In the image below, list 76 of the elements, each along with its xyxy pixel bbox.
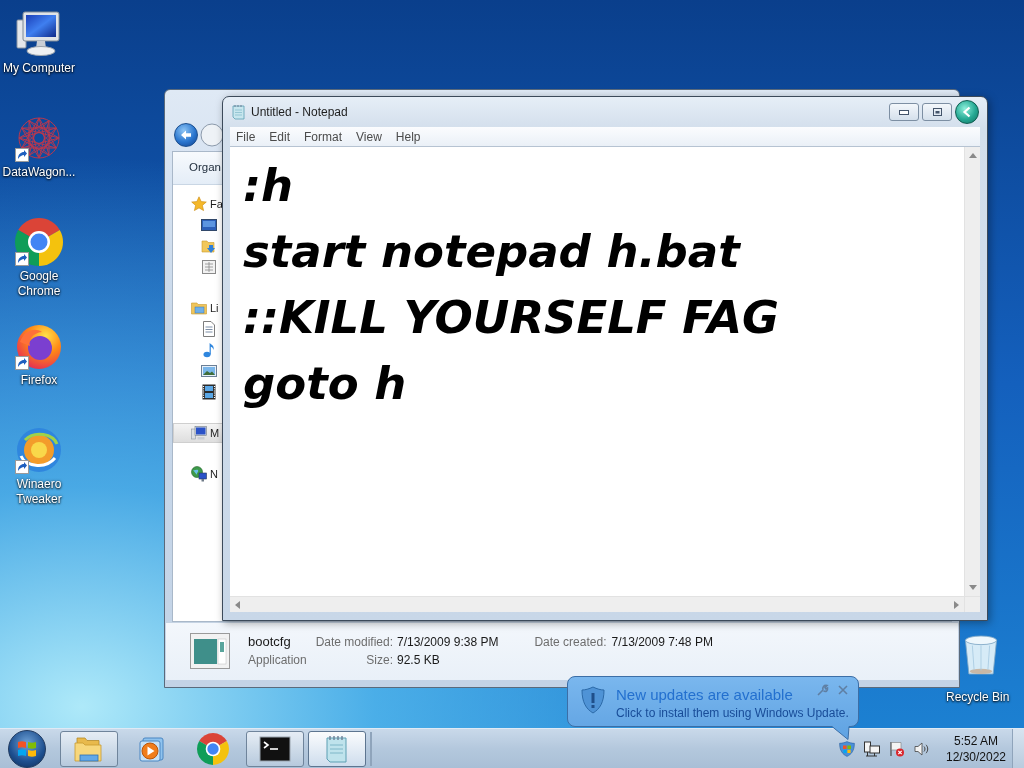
- star-icon: [191, 196, 207, 212]
- nav-item[interactable]: Li: [173, 298, 223, 318]
- music-note-icon[interactable]: [201, 341, 217, 358]
- nav-item[interactable]: N: [173, 464, 223, 484]
- notepad-icon: [232, 104, 246, 120]
- desktop-shortcut[interactable]: My Computer: [0, 10, 78, 114]
- text-line: ::KILL YOURSELF FAG: [243, 290, 779, 346]
- clock-date[interactable]: 12/30/2022: [945, 748, 1007, 765]
- computer-icon: [191, 425, 207, 441]
- film-icon[interactable]: [201, 383, 217, 400]
- menu-item[interactable]: File: [230, 127, 262, 146]
- horizontal-scrollbar[interactable]: [230, 596, 964, 612]
- windows-logo-icon: [17, 738, 37, 759]
- right-arrow-icon[interactable]: [954, 600, 959, 609]
- property-label: Date modified:: [315, 634, 393, 651]
- desktop-shortcut[interactable]: DataWagon...: [0, 114, 78, 218]
- menu-item[interactable]: Format: [298, 127, 349, 146]
- organize-menu[interactable]: Organ: [189, 159, 221, 177]
- picture-icon[interactable]: [201, 362, 217, 379]
- speaker-icon[interactable]: [914, 740, 930, 757]
- text-line: :h: [243, 158, 294, 214]
- text-line: start notepad h.bat: [243, 224, 740, 280]
- property-label: Date created:: [534, 634, 607, 651]
- up-arrow-icon[interactable]: [968, 153, 977, 158]
- application-icon: [190, 633, 230, 669]
- desktop-shortcut[interactable]: Google Chrome: [0, 218, 78, 322]
- library-folder-icon: [191, 300, 207, 316]
- menu-item[interactable]: Help: [389, 127, 427, 146]
- chrome-icon: [197, 732, 229, 765]
- chevron-left-icon: [962, 106, 972, 118]
- maximize-button[interactable]: [922, 103, 952, 121]
- file-name: bootcfg: [248, 633, 292, 651]
- chrome-icon: [15, 218, 63, 266]
- left-arrow-icon: [180, 128, 192, 141]
- globe-icon: [191, 466, 207, 482]
- shield-icon[interactable]: [839, 740, 855, 757]
- firefox-icon: [15, 322, 63, 370]
- nav-item[interactable]: M: [173, 423, 223, 443]
- flag-icon[interactable]: [889, 740, 905, 757]
- text-line: goto h: [243, 356, 407, 412]
- nav-item[interactable]: Fa: [173, 194, 223, 214]
- property-label: Size:: [365, 652, 393, 669]
- maximize-icon: [932, 108, 942, 116]
- text-area[interactable]: :h start notepad h.bat ::KILL YOURSELF FAG goto h: [230, 147, 964, 596]
- document-icon[interactable]: [201, 320, 217, 337]
- shield-icon: [581, 686, 605, 714]
- minimize-button[interactable]: [889, 103, 919, 121]
- menu-item[interactable]: View: [350, 127, 388, 146]
- vertical-scrollbar[interactable]: [964, 147, 980, 596]
- property-value: 7/13/2009 7:48 PM: [611, 634, 713, 651]
- taskbar-button[interactable]: [246, 730, 304, 767]
- down-arrow-icon[interactable]: [968, 585, 977, 590]
- clock-time[interactable]: 5:52 AM: [954, 732, 998, 749]
- swirl-icon: [15, 426, 63, 474]
- scrollbar-corner: [964, 596, 980, 612]
- file-type: Application: [248, 652, 308, 669]
- close-button[interactable]: [955, 100, 979, 124]
- left-arrow-icon[interactable]: [235, 600, 240, 609]
- property-value: 92.5 KB: [397, 652, 441, 669]
- window-title: Untitled - Notepad: [251, 104, 348, 121]
- notification-message: Click to install them using Windows Update.: [616, 706, 849, 721]
- grid-document-icon[interactable]: [201, 258, 217, 275]
- screen-icon[interactable]: [201, 216, 217, 233]
- recycle-bin-icon[interactable]: [962, 633, 1000, 677]
- network-icon[interactable]: [864, 740, 880, 757]
- show-desktop-button[interactable]: [1012, 728, 1024, 768]
- property-value: 7/13/2009 9:38 PM: [397, 634, 499, 651]
- desktop-icon-label[interactable]: Recycle Bin: [946, 690, 1010, 705]
- menu-item[interactable]: Edit: [263, 127, 297, 146]
- computer-icon: [15, 10, 63, 58]
- minimize-icon: [899, 109, 909, 115]
- start-button[interactable]: [8, 729, 46, 768]
- download-folder-icon[interactable]: [201, 237, 217, 254]
- notification-title: New updates are available: [616, 686, 793, 704]
- mesh-sphere-icon: [15, 114, 63, 162]
- back-button[interactable]: [174, 122, 198, 147]
